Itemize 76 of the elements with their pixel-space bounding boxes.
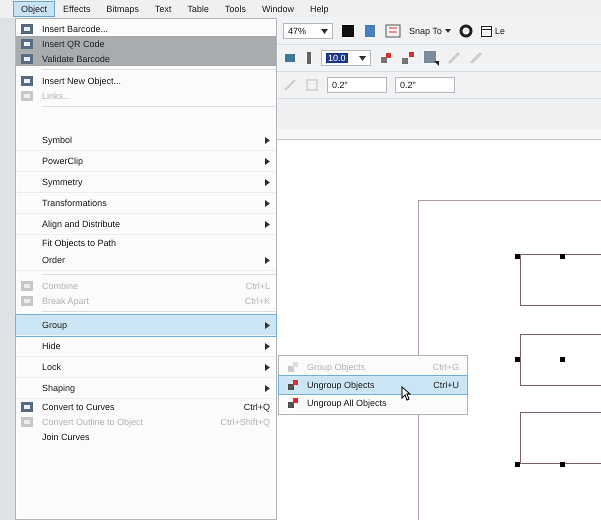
- menu-item[interactable]: Symmetry: [16, 172, 276, 193]
- menu-item-icon: [20, 278, 34, 292]
- selection-handle[interactable]: [560, 462, 565, 467]
- menu-bar-item[interactable]: Window: [254, 2, 301, 16]
- menu-item[interactable]: Symbol: [16, 130, 276, 151]
- toolbar-icon[interactable]: [305, 51, 313, 65]
- menu-item-icon: [20, 52, 34, 66]
- rectangle-shape[interactable]: [520, 412, 601, 464]
- caret-icon: [321, 28, 328, 34]
- page-icon[interactable]: [363, 24, 377, 38]
- height-field[interactable]: 0.2": [395, 77, 455, 93]
- menu-bar-item[interactable]: Bitmaps: [99, 2, 146, 16]
- menu-item-icon: [20, 414, 34, 428]
- menu-item[interactable]: Lock: [16, 357, 276, 378]
- snap-to-button[interactable]: Snap To: [409, 26, 451, 36]
- menu-item-icon: [20, 36, 34, 50]
- size-field[interactable]: 10.0: [321, 50, 371, 66]
- menu-item[interactable]: Join Curves: [16, 429, 276, 444]
- rectangle-shape[interactable]: [520, 254, 601, 306]
- menu-item[interactable]: Insert Barcode...: [16, 21, 276, 36]
- menu-item[interactable]: Fit Objects to Path: [16, 235, 276, 250]
- menu-bar-item[interactable]: Effects: [56, 2, 98, 16]
- window-icon: [480, 26, 492, 36]
- menu-item[interactable]: Shaping: [16, 378, 276, 399]
- menu-item[interactable]: Ungroup Objects Ctrl+U: [279, 376, 467, 394]
- submenu-arrow-icon: [265, 364, 270, 370]
- menu-item[interactable]: Validate Barcode: [16, 51, 276, 66]
- submenu-arrow-icon: [265, 342, 270, 350]
- submenu-arrow-icon: [265, 384, 270, 392]
- menu-bar-item[interactable]: Table: [180, 2, 216, 16]
- menu-item[interactable]: PowerClip: [16, 151, 276, 172]
- menu-item[interactable]: Align and Distribute: [16, 214, 276, 235]
- menu-item-icon: [20, 294, 34, 308]
- menu-item[interactable]: Order: [16, 250, 276, 271]
- menu-item-icon: [20, 400, 34, 414]
- align-icon[interactable]: [423, 50, 439, 66]
- menu-bar-item[interactable]: Text: [148, 2, 178, 16]
- mouse-pointer-icon: [401, 386, 411, 401]
- menu-item[interactable]: Insert QR Code: [16, 36, 276, 51]
- menu-item[interactable]: Ungroup All Objects: [279, 394, 467, 412]
- selection-handle[interactable]: [560, 254, 565, 259]
- group-icon[interactable]: [379, 51, 393, 65]
- selection-handle[interactable]: [515, 254, 520, 259]
- submenu-arrow-icon: [265, 220, 270, 228]
- menu-item[interactable]: Group: [16, 315, 276, 336]
- toolbar-icon[interactable]: [283, 51, 297, 65]
- menu-bar-item[interactable]: Help: [302, 2, 336, 16]
- caret-icon: [444, 29, 451, 33]
- menu-item[interactable]: Hide: [16, 336, 276, 357]
- menu-item[interactable]: Convert to Curves Ctrl+Q: [16, 399, 276, 414]
- group-icon: [287, 379, 299, 391]
- zoom-field[interactable]: 47%: [283, 23, 333, 39]
- layout-button[interactable]: Le: [480, 26, 505, 36]
- selection-handle[interactable]: [560, 357, 565, 362]
- menu-bar-item[interactable]: Tools: [218, 2, 253, 16]
- ungroup-icon[interactable]: [401, 51, 415, 65]
- rectangle-shape[interactable]: [520, 334, 601, 386]
- submenu-arrow-icon: [265, 158, 270, 164]
- menu-item-icon: [20, 88, 34, 102]
- submenu-arrow-icon: [265, 136, 270, 144]
- menu-item[interactable]: Transformations: [16, 193, 276, 214]
- selection-handle[interactable]: [515, 462, 520, 467]
- submenu-arrow-icon: [265, 256, 270, 264]
- group-icon: [287, 397, 299, 409]
- menu-item-icon: [20, 74, 34, 88]
- square-icon[interactable]: [341, 24, 355, 38]
- submenu-arrow-icon: [265, 200, 270, 206]
- submenu-arrow-icon: [265, 178, 270, 186]
- menu-item[interactable]: Insert New Object...: [16, 73, 276, 88]
- menu-bar-item[interactable]: Object: [14, 2, 54, 16]
- group-icon: [287, 361, 299, 373]
- menu-item-icon: [20, 22, 34, 36]
- selection-handle[interactable]: [515, 357, 520, 362]
- width-field[interactable]: 0.2": [327, 77, 387, 93]
- caret-icon: [359, 56, 366, 60]
- submenu-arrow-icon: [265, 322, 270, 328]
